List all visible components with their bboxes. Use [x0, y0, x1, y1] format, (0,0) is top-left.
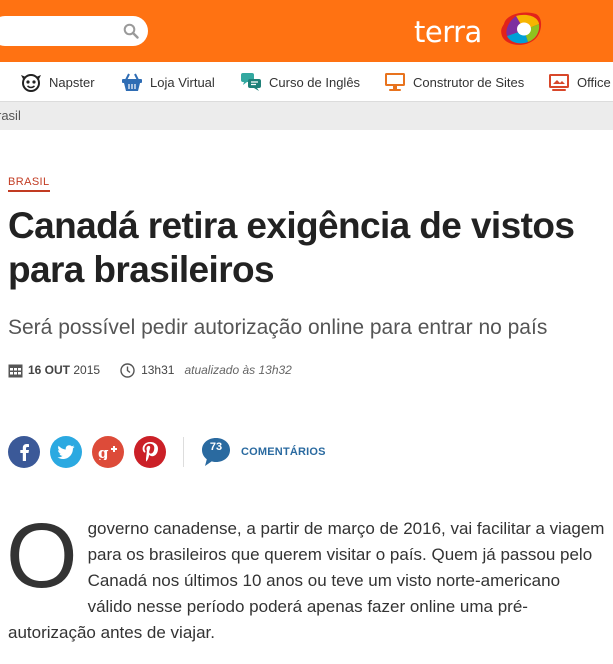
google-plus-icon: g [98, 444, 117, 460]
services-nav: Napster Loja Virtual Curso de Inglês Con… [0, 62, 613, 102]
clock-icon [120, 362, 135, 378]
nav-item-label: Office [577, 74, 611, 90]
publish-date-day: 16 OUT [28, 363, 71, 377]
napster-icon [21, 74, 41, 92]
nav-item-label: Construtor de Sites [413, 74, 525, 90]
comment-bubble-icon: 73 [200, 436, 232, 468]
terra-logo-icon[interactable] [498, 10, 544, 48]
nav-item-label: Napster [49, 74, 95, 90]
breadcrumb: rasil [0, 102, 613, 130]
updated-time: atualizado às 13h32 [184, 363, 292, 377]
drop-cap: O [6, 505, 78, 607]
pinterest-icon [142, 442, 158, 462]
nav-item-napster[interactable]: Napster [20, 62, 95, 102]
svg-text:g: g [98, 444, 109, 460]
publish-date-year: 2015 [73, 363, 101, 377]
article-body: O governo canadense, a partir de março d… [6, 505, 608, 646]
twitter-icon [57, 444, 75, 459]
comments-link[interactable]: 73 COMENTÁRIOS [200, 436, 326, 468]
article-title: Canadá retira exigência de vistos para b… [8, 205, 575, 290]
monitor-icon [385, 73, 405, 91]
shopping-basket-icon [122, 73, 142, 91]
section-kicker[interactable]: BRASIL [8, 176, 50, 192]
facebook-share-button[interactable] [8, 436, 40, 468]
nav-item-curso-de-ingles[interactable]: Curso de Inglês [240, 62, 360, 102]
article-paragraph: governo canadense, a partir de março de … [8, 519, 605, 642]
pinterest-share-button[interactable] [134, 436, 166, 468]
calendar-icon [8, 364, 23, 377]
top-header: terra [0, 0, 613, 62]
twitter-share-button[interactable] [50, 436, 82, 468]
nav-item-office[interactable]: Office [548, 62, 611, 102]
speech-bubble-icon [241, 73, 261, 91]
facebook-icon [20, 444, 29, 461]
terra-logo-text[interactable]: terra [414, 14, 482, 50]
article-meta: 16 OUT 2015 13h31 atualizado às 13h32 [8, 360, 292, 380]
search-input[interactable] [0, 16, 110, 46]
nav-item-label: Loja Virtual [150, 74, 215, 90]
office-icon [549, 74, 569, 91]
search-icon[interactable] [123, 23, 139, 39]
publish-time: 13h31 [141, 363, 175, 377]
breadcrumb-link[interactable]: rasil [0, 108, 21, 123]
article-subtitle: Será possível pedir autorização online p… [8, 316, 548, 339]
nav-item-label: Curso de Inglês [269, 74, 361, 90]
publish-date: 16 OUT 2015 [28, 363, 100, 377]
share-divider [183, 437, 184, 467]
search-box[interactable] [0, 16, 148, 46]
nav-item-construtor-de-sites[interactable]: Construtor de Sites [384, 62, 524, 102]
nav-item-loja-virtual[interactable]: Loja Virtual [121, 62, 215, 102]
comments-label: COMENTÁRIOS [241, 446, 326, 458]
google-plus-share-button[interactable]: g [92, 436, 124, 468]
comments-count: 73 [209, 441, 223, 453]
share-bar: g 73 COMENTÁRIOS [8, 436, 326, 468]
